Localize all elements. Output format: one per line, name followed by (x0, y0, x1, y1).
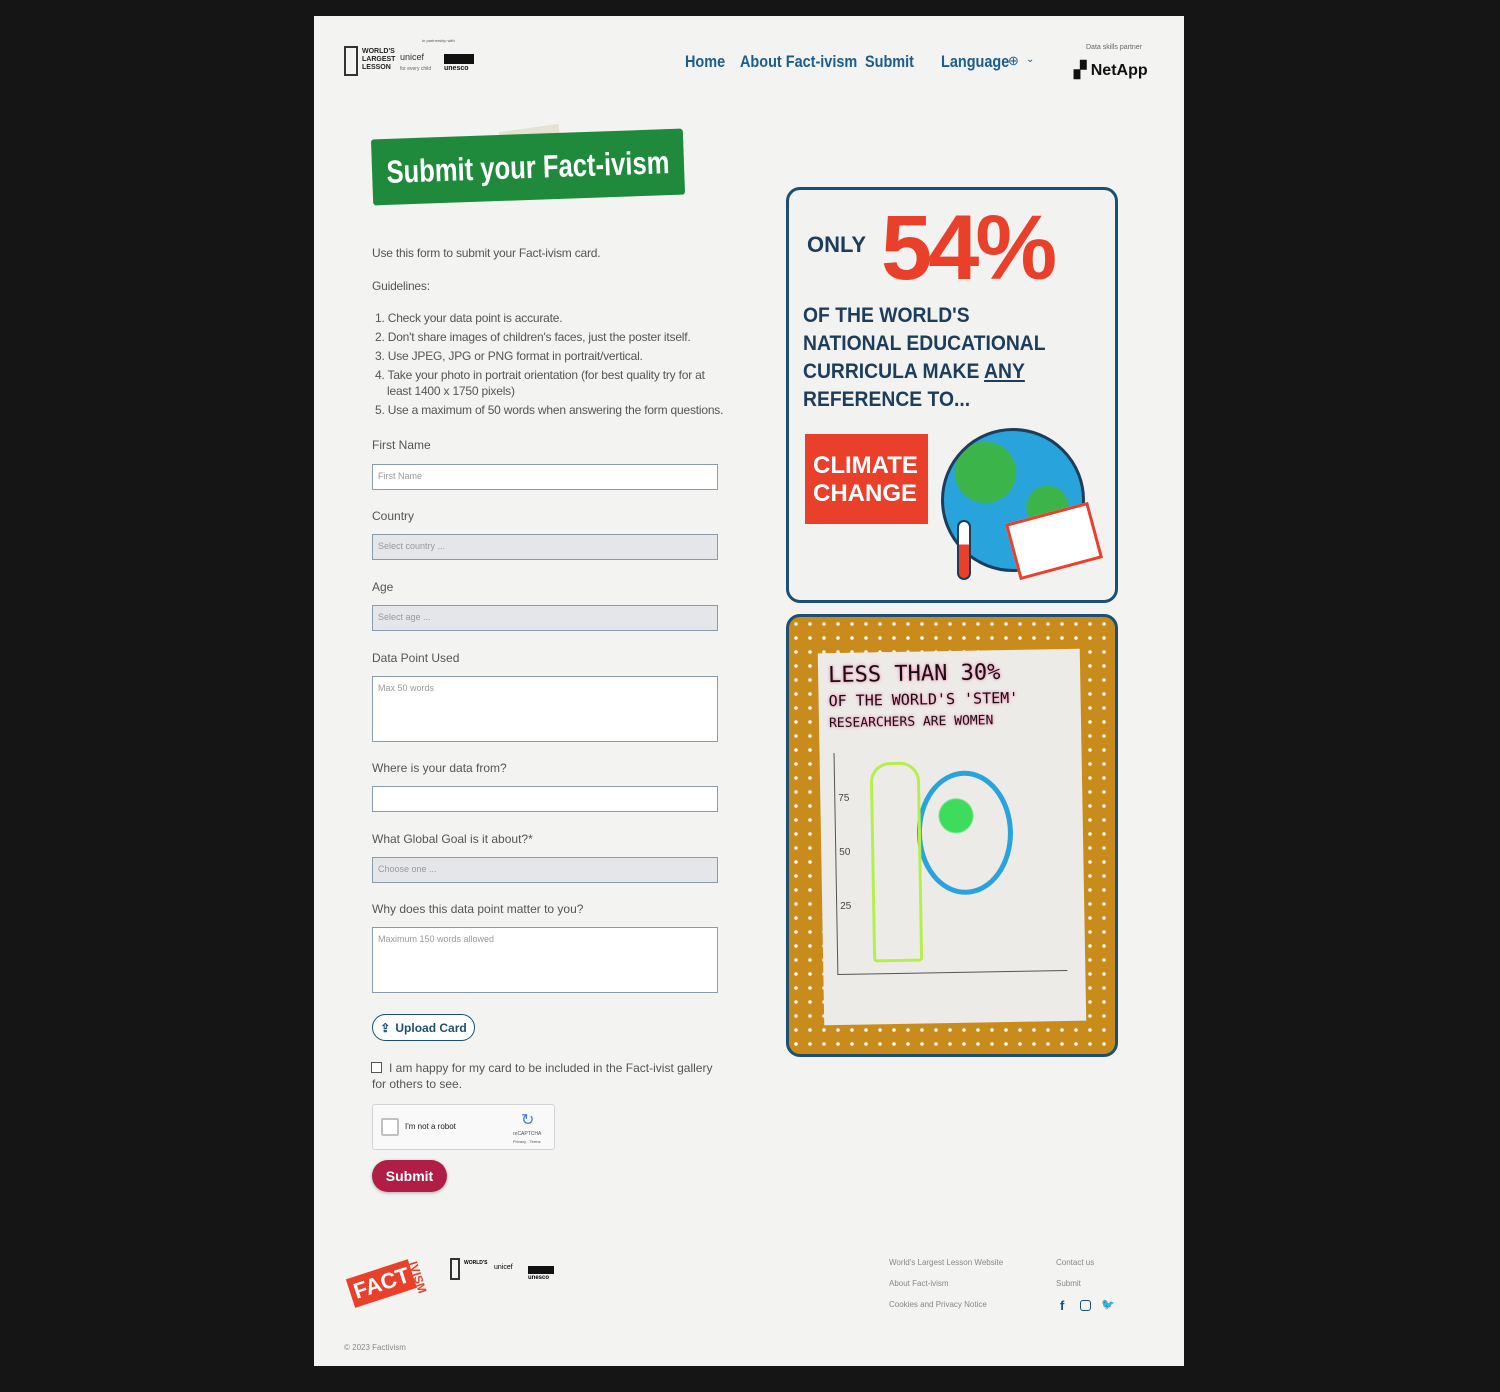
upload-label: Upload Card (395, 1020, 467, 1035)
logo-text: LESSON (362, 64, 391, 71)
netapp-icon: ▞ (1074, 62, 1091, 79)
guidelines-label: Guidelines: (372, 279, 430, 293)
card-line: NATIONAL EDUCATIONAL (803, 332, 1046, 355)
recaptcha-icon: ↻ (521, 1112, 535, 1129)
poster-tick: 75 (838, 792, 850, 804)
country-label: Country (372, 509, 415, 523)
unicef-logo: unicef (494, 1264, 513, 1271)
footer-link-about[interactable]: About Fact-ivism (889, 1279, 949, 1288)
nav-about[interactable]: About Fact-ivism (740, 52, 857, 72)
climate-change-tag: CLIMATE CHANGE (805, 434, 928, 524)
data-point-label: Data Point Used (372, 651, 460, 665)
poster-line: OF THE WORLD'S 'STEM' (828, 688, 1019, 711)
recaptcha-widget: I'm not a robot ↻ reCAPTCHA Privacy - Te… (372, 1104, 555, 1150)
submit-button[interactable]: Submit (372, 1160, 447, 1192)
poster-tick: 25 (840, 900, 852, 912)
intro-text: Use this form to submit your Fact-ivism … (372, 246, 601, 260)
first-name-input[interactable]: First Name (372, 464, 718, 490)
upload-card-button[interactable]: ⇪ Upload Card (372, 1014, 475, 1041)
card-only-text: ONLY (807, 232, 867, 257)
age-label: Age (372, 580, 394, 594)
card-percent: 54% (881, 197, 1057, 299)
footer-link-contact[interactable]: Contact us (1056, 1258, 1094, 1267)
nav-home[interactable]: Home (685, 52, 725, 72)
why-textarea[interactable]: Maximum 150 words allowed (372, 927, 718, 993)
card-line: REFERENCE TO... (803, 388, 971, 411)
instagram-icon[interactable] (1080, 1300, 1091, 1311)
partnership-text: In partnership with (422, 38, 455, 43)
footer-link-wll[interactable]: World's Largest Lesson Website (889, 1258, 1003, 1267)
country-select[interactable]: Select country ... (372, 534, 718, 560)
factivism-card-stem[interactable]: LESS THAN 30% OF THE WORLD'S 'STEM' RESE… (786, 614, 1118, 1057)
logo-text: WORLD'S (464, 1260, 488, 1266)
factivism-logo[interactable]: FACT IVISM (345, 1255, 436, 1329)
card-line-any: ANY (984, 360, 1025, 383)
card-line: CURRICULA MAKE (803, 360, 980, 383)
unesco-text: unesco (444, 65, 469, 72)
poster-tick: 50 (839, 846, 851, 858)
partner-label: Data skills partner (1086, 44, 1143, 51)
recaptcha-label: I'm not a robot (405, 1122, 456, 1131)
copyright: © 2023 Factivism (344, 1343, 406, 1352)
guideline-item: 1. Check your data point is accurate. (375, 311, 563, 325)
tag-line: CLIMATE (813, 452, 918, 479)
tag-line: CHANGE (813, 480, 918, 507)
guideline-item: 5. Use a maximum of 50 words when answer… (375, 403, 724, 417)
nav-language[interactable]: Language (941, 52, 1009, 72)
age-select[interactable]: Select age ... (372, 605, 718, 631)
guideline-item: 4. Take your photo in portrait orientati… (375, 368, 705, 382)
netapp-text: NetApp (1090, 62, 1148, 79)
factivism-card-climate[interactable]: ONLY 54% OF THE WORLD'S NATIONAL EDUCATI… (786, 187, 1118, 603)
footer-link-submit[interactable]: Submit (1056, 1279, 1081, 1288)
recaptcha-links[interactable]: Privacy - Terms (513, 1139, 540, 1144)
nav-submit[interactable]: Submit (865, 52, 914, 72)
page-title: Submit your Fact-ivism (370, 128, 686, 206)
unesco-logo (444, 54, 474, 64)
unicef-logo: unicef (400, 52, 425, 62)
footer-link-cookies[interactable]: Cookies and Privacy Notice (889, 1300, 987, 1309)
page: WORLD'S LARGEST LESSON In partnership wi… (314, 16, 1184, 1366)
recaptcha-brand: reCAPTCHA (513, 1131, 542, 1137)
logo-text: WORLD'S (362, 48, 395, 55)
data-point-textarea[interactable]: Max 50 words (372, 676, 718, 742)
unicef-tag: for every child (400, 66, 432, 72)
logo-text: LARGEST (362, 56, 396, 63)
source-label: Where is your data from? (372, 761, 507, 775)
why-label: Why does this data point matter to you? (372, 902, 584, 916)
chevron-down-icon[interactable]: ⌄ (1026, 54, 1034, 65)
guideline-item: least 1400 x 1750 pixels) (387, 384, 515, 398)
scientist-drawing (869, 761, 924, 963)
upload-icon: ⇪ (380, 1020, 391, 1035)
recaptcha-checkbox[interactable] (381, 1118, 399, 1136)
facebook-icon[interactable]: f (1060, 1298, 1064, 1313)
footer-partner-logos: WORLD'S unicef unesco (450, 1258, 556, 1288)
poster-paper: LESS THAN 30% OF THE WORLD'S 'STEM' RESE… (817, 648, 1087, 1026)
globe-icon[interactable]: ⊕ (1008, 53, 1019, 69)
source-input[interactable] (372, 786, 718, 812)
card-line: OF THE WORLD'S (803, 304, 970, 327)
goal-label: What Global Goal is it about?* (372, 832, 533, 846)
page-title-text: Submit your Fact-ivism (385, 143, 671, 190)
guideline-item: 2. Don't share images of children's face… (375, 330, 691, 344)
guideline-item: 3. Use JPEG, JPG or PNG format in portra… (375, 349, 643, 363)
consent-text: I am happy for my card to be included in… (372, 1061, 713, 1091)
thermometer-icon (957, 520, 971, 580)
unesco-text: unesco (528, 1275, 550, 1281)
first-name-label: First Name (372, 438, 431, 452)
wll-logo[interactable]: WORLD'S LARGEST LESSON In partnership wi… (344, 38, 484, 84)
twitter-icon[interactable]: 🐦 (1101, 1298, 1115, 1311)
book-icon (344, 46, 358, 76)
poster-line: LESS THAN 30% (827, 660, 1001, 689)
netapp-logo[interactable]: ▞ NetApp (1074, 60, 1148, 80)
poster-line: RESEARCHERS ARE WOMEN (828, 713, 994, 732)
goal-select[interactable]: Choose one ... (372, 857, 718, 883)
